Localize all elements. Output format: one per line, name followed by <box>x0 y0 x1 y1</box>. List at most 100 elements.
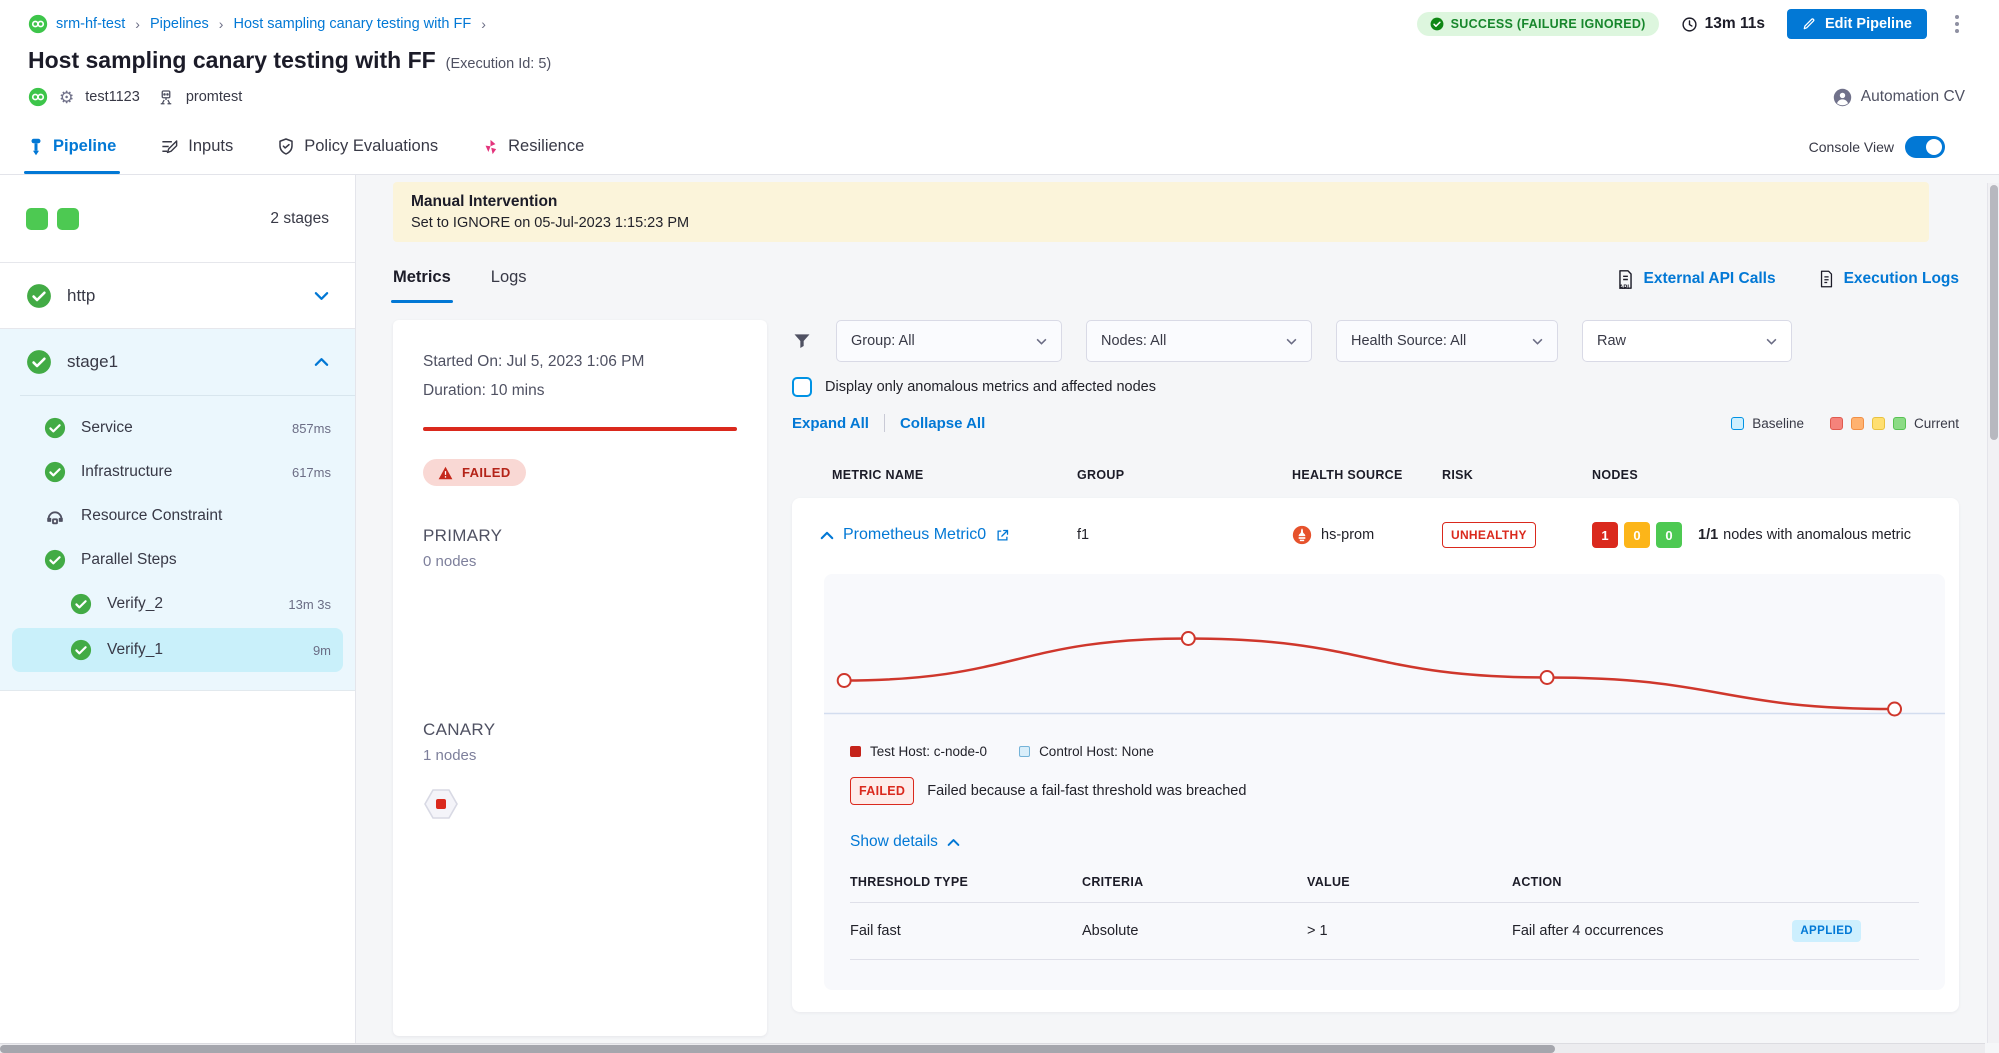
threshold-table: THRESHOLD TYPE CRITERIA VALUE ACTION Fai… <box>850 875 1919 960</box>
execution-logs-link[interactable]: Execution Logs <box>1818 269 1959 290</box>
threshold-type-value: Fail fast <box>850 923 1082 939</box>
chevron-down-icon <box>1036 338 1047 345</box>
metric-line-chart[interactable] <box>824 586 1945 736</box>
success-check-icon <box>44 549 66 571</box>
filter-funnel-icon[interactable] <box>792 331 812 351</box>
step-row-verify-1-selected[interactable]: Verify_1 9m <box>12 628 343 672</box>
external-api-calls-link[interactable]: API External API Calls <box>1616 269 1776 290</box>
divider <box>884 414 885 432</box>
step-label: Parallel Steps <box>81 551 177 569</box>
col-metric-name: METRIC NAME <box>832 468 1077 482</box>
metric-name-link[interactable]: Prometheus Metric0 <box>843 526 986 544</box>
stage-label: http <box>67 286 95 306</box>
metric-group-value: f1 <box>1077 527 1292 543</box>
group-filter-dropdown[interactable]: Group: All <box>836 320 1062 362</box>
resilience-chaos-icon <box>482 138 499 156</box>
progress-bar-failed <box>423 427 737 431</box>
success-check-icon <box>44 461 66 483</box>
current-orange-swatch <box>1851 417 1864 430</box>
stage-status-square <box>57 208 79 230</box>
collapse-all-link[interactable]: Collapse All <box>900 415 985 432</box>
stage-row-stage1[interactable]: stage1 <box>0 329 355 395</box>
breadcrumb-separator: › <box>481 16 486 32</box>
tab-policy-evaluations[interactable]: Policy Evaluations <box>277 119 438 174</box>
applied-badge: APPLIED <box>1792 920 1861 942</box>
health-source-filter-dropdown[interactable]: Health Source: All <box>1336 320 1558 362</box>
edit-pipeline-button[interactable]: Edit Pipeline <box>1787 9 1927 39</box>
checkbox-unchecked[interactable] <box>792 377 812 397</box>
col-group: GROUP <box>1077 468 1292 482</box>
tab-resilience[interactable]: Resilience <box>482 119 584 174</box>
collapse-chevron-up-icon[interactable] <box>820 531 834 540</box>
external-api-calls-label: External API Calls <box>1644 270 1776 288</box>
status-badge-label: SUCCESS (FAILURE IGNORED) <box>1451 17 1646 31</box>
step-row-service[interactable]: Service 857ms <box>0 406 355 450</box>
baseline-swatch <box>1731 417 1744 430</box>
step-label: Resource Constraint <box>81 507 222 525</box>
started-on-text: Started On: Jul 5, 2023 1:06 PM <box>423 348 737 377</box>
primary-group-nodes: 0 nodes <box>423 553 737 570</box>
expand-all-link[interactable]: Expand All <box>792 415 869 432</box>
node-count-warning: 0 <box>1624 522 1650 548</box>
current-yellow-swatch <box>1872 417 1885 430</box>
col-nodes: NODES <box>1592 468 1959 482</box>
manual-intervention-banner: Manual Intervention Set to IGNORE on 05-… <box>393 182 1929 242</box>
analysis-failed-badge: FAILED <box>850 777 914 805</box>
baseline-current-legend: Baseline Current <box>1731 416 1959 431</box>
horizontal-scrollbar-thumb[interactable] <box>0 1045 1555 1053</box>
execution-status-badge: SUCCESS (FAILURE IGNORED) <box>1417 12 1659 36</box>
show-details-link[interactable]: Show details <box>850 833 960 851</box>
data-mode-dropdown[interactable]: Raw <box>1582 320 1792 362</box>
metrics-table-header: METRIC NAME GROUP HEALTH SOURCE RISK NOD… <box>792 468 1959 482</box>
inputs-icon <box>160 137 179 156</box>
baseline-label: Baseline <box>1752 416 1804 431</box>
step-row-verify-2[interactable]: Verify_2 13m 3s <box>0 582 355 626</box>
col-threshold-type: THRESHOLD TYPE <box>850 875 1082 889</box>
external-link-icon[interactable] <box>995 528 1010 543</box>
chevron-up-icon <box>314 357 329 367</box>
tab-logs[interactable]: Logs <box>491 268 527 291</box>
execution-main-panel: Manual Intervention Set to IGNORE on 05-… <box>356 175 1999 1053</box>
step-row-resource-constraint[interactable]: Resource Constraint <box>0 494 355 538</box>
stage-status-square <box>26 208 48 230</box>
step-label: Infrastructure <box>81 463 172 481</box>
prometheus-icon <box>1292 525 1312 545</box>
current-red-swatch <box>1830 417 1843 430</box>
step-row-parallel-steps[interactable]: Parallel Steps <box>0 538 355 582</box>
step-label: Service <box>81 419 133 437</box>
anomalous-only-checkbox-row[interactable]: Display only anomalous metrics and affec… <box>792 377 1959 397</box>
breadcrumb-pipeline-link[interactable]: Host sampling canary testing with FF <box>233 16 471 32</box>
vertical-scrollbar <box>1987 183 1999 1043</box>
user-avatar-icon <box>1833 88 1852 107</box>
success-check-icon <box>1430 17 1444 31</box>
tab-metrics[interactable]: Metrics <box>393 268 451 291</box>
step-row-infrastructure[interactable]: Infrastructure 617ms <box>0 450 355 494</box>
more-options-button[interactable] <box>1949 11 1965 37</box>
stage-label: stage1 <box>67 352 118 372</box>
health-source-filter-value: Health Source: All <box>1351 333 1466 349</box>
success-check-icon <box>70 593 92 615</box>
vertical-scrollbar-thumb[interactable] <box>1990 185 1998 440</box>
stage-count: 2 stages <box>270 210 329 228</box>
stage-summary: 2 stages <box>0 175 355 263</box>
stage-row-http[interactable]: http <box>0 263 355 329</box>
breadcrumb-pipelines-link[interactable]: Pipelines <box>150 16 209 32</box>
action-value: Fail after 4 occurrences <box>1512 923 1664 939</box>
verification-summary-card: Started On: Jul 5, 2023 1:06 PM Duration… <box>393 320 767 1036</box>
breadcrumb-project-link[interactable]: srm-hf-test <box>56 16 125 32</box>
canary-group-nodes: 1 nodes <box>423 747 737 764</box>
risk-badge-unhealthy: UNHEALTHY <box>1442 522 1536 548</box>
nodes-filter-dropdown[interactable]: Nodes: All <box>1086 320 1312 362</box>
verification-status-label: FAILED <box>462 465 511 480</box>
console-view-toggle[interactable] <box>1905 136 1945 158</box>
pencil-icon <box>1802 17 1816 31</box>
main-tabbar: Pipeline Inputs Policy Evaluations Resil… <box>0 119 1999 175</box>
primary-group-label: PRIMARY <box>423 526 737 546</box>
metrics-section: Group: All Nodes: All Health Source: All <box>792 320 1959 1036</box>
success-check-icon <box>70 639 92 661</box>
canary-node-hexagon[interactable] <box>423 788 737 820</box>
col-value: VALUE <box>1307 875 1512 889</box>
analysis-failed-message: Failed because a fail-fast threshold was… <box>927 783 1246 799</box>
tab-inputs[interactable]: Inputs <box>160 119 233 174</box>
tab-pipeline[interactable]: Pipeline <box>28 119 116 174</box>
